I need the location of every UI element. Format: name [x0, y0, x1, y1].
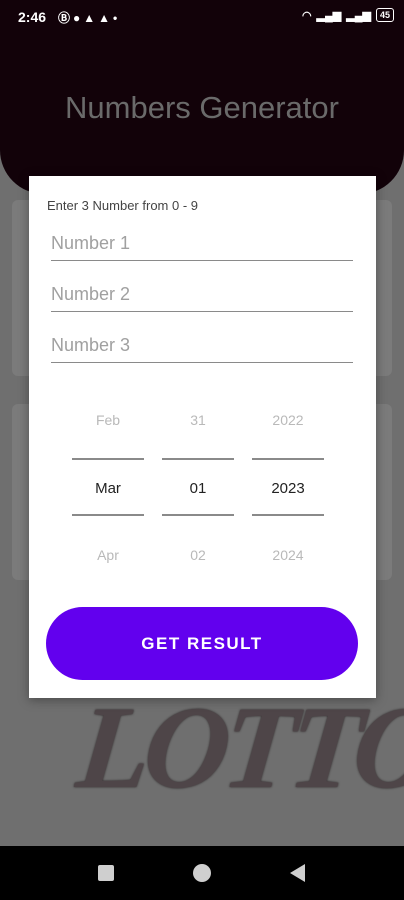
year-prev[interactable]: 2022 — [252, 412, 324, 428]
picker-divider — [72, 514, 144, 516]
day-spinner[interactable]: 31 01 02 — [162, 406, 234, 566]
signal-icon: ▂▄▆ — [316, 9, 342, 22]
month-next[interactable]: Apr — [72, 547, 144, 563]
recents-icon[interactable] — [98, 865, 114, 881]
picker-divider — [252, 458, 324, 460]
day-selected[interactable]: 01 — [162, 480, 234, 497]
battery-icon: 45 — [375, 8, 394, 22]
system-icons: ◠ ▂▄▆ ▂▄▆ 45 — [302, 8, 394, 22]
snapchat-icon: ▲ — [83, 11, 99, 25]
app-title: Numbers Generator — [65, 90, 339, 125]
message-icon: ● — [73, 11, 84, 25]
dialog-instruction: Enter 3 Number from 0 - 9 — [47, 198, 198, 213]
picker-divider — [252, 514, 324, 516]
picker-divider — [162, 514, 234, 516]
dot-icon: • — [113, 11, 121, 25]
get-result-button[interactable]: GET RESULT — [46, 607, 358, 680]
status-bar: 2:46 Ⓑ●▲▲• ◠ ▂▄▆ ▂▄▆ 45 — [0, 0, 404, 34]
status-time: 2:46 — [18, 9, 47, 25]
month-spinner[interactable]: Feb Mar Apr — [72, 406, 144, 566]
navigation-bar — [0, 846, 404, 900]
year-spinner[interactable]: 2022 2023 2024 — [252, 406, 324, 566]
day-prev[interactable]: 31 — [162, 412, 234, 428]
number-1-field[interactable] — [51, 226, 353, 261]
signal-icon: ▂▄▆ — [346, 9, 371, 22]
year-selected[interactable]: 2023 — [252, 480, 324, 497]
notification-icons: Ⓑ●▲▲• — [58, 9, 120, 26]
lotto-logo: LOTTO — [71, 682, 404, 813]
back-icon[interactable] — [290, 864, 305, 882]
notification-icon: Ⓑ — [58, 11, 74, 25]
snapchat-icon: ▲ — [98, 11, 114, 25]
day-next[interactable]: 02 — [162, 547, 234, 563]
year-next[interactable]: 2024 — [252, 547, 324, 563]
number-3-field[interactable] — [51, 328, 353, 363]
wifi-icon: ◠ — [301, 9, 312, 22]
home-icon[interactable] — [193, 864, 211, 882]
month-prev[interactable]: Feb — [72, 412, 144, 428]
number-2-field[interactable] — [51, 277, 353, 312]
month-selected[interactable]: Mar — [72, 480, 144, 497]
picker-divider — [72, 458, 144, 460]
app-bar: Numbers Generator — [0, 34, 404, 194]
picker-divider — [162, 458, 234, 460]
number-dialog: Enter 3 Number from 0 - 9 Feb Mar Apr 31… — [29, 176, 376, 698]
